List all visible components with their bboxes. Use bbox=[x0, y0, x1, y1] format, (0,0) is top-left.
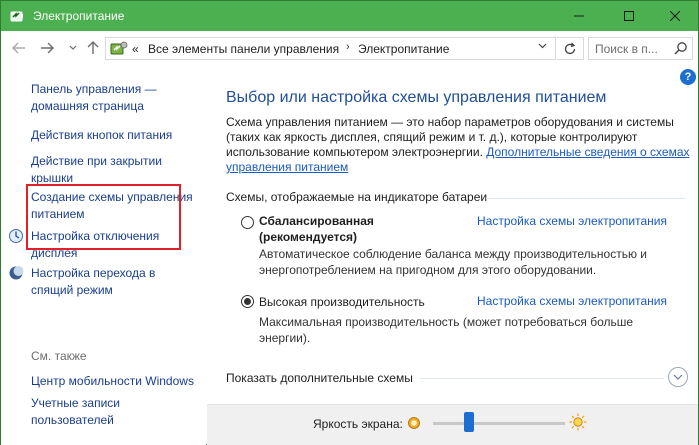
address-dropdown-button[interactable] bbox=[538, 41, 547, 51]
left-navigation-pane: Панель управления — домашняя страница Де… bbox=[1, 65, 206, 445]
title-bar[interactable]: Электропитание bbox=[1, 1, 698, 31]
chevron-down-icon bbox=[673, 374, 683, 380]
navigation-bar: « Все элементы панели управления › Элект… bbox=[1, 31, 698, 65]
refresh-icon bbox=[564, 42, 576, 54]
search-input[interactable] bbox=[589, 38, 671, 59]
maximize-icon bbox=[624, 11, 634, 21]
plan-description-balanced: Автоматическое соблюдение баланса между … bbox=[259, 247, 648, 277]
breadcrumb-power-options[interactable]: Электропитание bbox=[358, 42, 449, 56]
forward-button[interactable] bbox=[37, 37, 57, 59]
control-panel-window: Электропитание « Все элементы панели упр… bbox=[0, 0, 699, 445]
arrow-up-icon bbox=[87, 41, 99, 54]
link-high-performance-plan-settings[interactable]: Настройка схемы электропитания bbox=[477, 294, 667, 308]
link-control-panel-home[interactable]: Панель управления — домашняя страница bbox=[31, 81, 157, 115]
link-balanced-plan-settings[interactable]: Настройка схемы электропитания bbox=[477, 214, 667, 228]
arrow-left-icon bbox=[12, 42, 25, 54]
link-sleep-settings[interactable]: Настройка перехода в спящий режим bbox=[31, 265, 155, 299]
link-lid-close-action[interactable]: Действие при закрытии крышки bbox=[31, 153, 162, 187]
plan-description-high-performance: Максимальная производительность (может п… bbox=[259, 315, 634, 345]
search-box[interactable] bbox=[588, 37, 693, 60]
link-power-button-actions[interactable]: Действия кнопок питания bbox=[31, 127, 172, 144]
link-user-accounts[interactable]: Учетные записи пользователей bbox=[31, 395, 120, 429]
chevron-down-icon bbox=[69, 45, 77, 50]
page-title: Выбор или настройка схемы управления пит… bbox=[226, 89, 607, 106]
intro-paragraph: Схема управления питанием — это набор па… bbox=[226, 115, 694, 175]
chevron-down-icon bbox=[538, 43, 547, 49]
help-button[interactable]: ? bbox=[680, 69, 696, 85]
expand-more-plans-button[interactable] bbox=[668, 367, 688, 387]
arrow-right-icon bbox=[41, 42, 54, 54]
power-options-app-icon bbox=[10, 11, 23, 22]
brightness-label: Яркость экрана: bbox=[313, 417, 403, 431]
recent-locations-button[interactable] bbox=[63, 37, 83, 59]
breadcrumb-separator-icon[interactable]: › bbox=[346, 41, 350, 53]
brightness-high-icon bbox=[569, 413, 587, 431]
more-plans-divider bbox=[420, 378, 664, 379]
display-off-icon bbox=[9, 229, 23, 243]
brightness-slider-track[interactable] bbox=[433, 422, 565, 425]
help-icon: ? bbox=[684, 71, 692, 83]
battery-plans-group-header: Схемы, отображаемые на индикаторе батаре… bbox=[226, 190, 488, 204]
window-title: Электропитание bbox=[33, 9, 125, 23]
close-button[interactable] bbox=[652, 1, 698, 31]
search-icon[interactable] bbox=[674, 41, 688, 55]
minimize-icon bbox=[574, 15, 584, 17]
main-content: ? Выбор или настройка схемы управления п… bbox=[206, 65, 698, 445]
group-divider bbox=[486, 198, 686, 199]
address-bar[interactable]: « Все элементы панели управления › Элект… bbox=[105, 37, 556, 60]
address-overflow[interactable]: « bbox=[132, 42, 139, 56]
maximize-button[interactable] bbox=[606, 1, 652, 31]
link-windows-mobility-center[interactable]: Центр мобильности Windows bbox=[31, 373, 194, 390]
show-more-plans-label[interactable]: Показать дополнительные схемы bbox=[226, 371, 413, 385]
close-icon bbox=[670, 11, 680, 21]
moon-icon bbox=[9, 266, 24, 280]
radio-balanced-plan[interactable] bbox=[241, 216, 254, 229]
brightness-bar: Яркость экрана: bbox=[207, 404, 698, 445]
see-also-heading: См. также bbox=[31, 349, 87, 363]
plan-name-balanced[interactable]: Сбалансированная (рекомендуется) bbox=[259, 213, 374, 245]
radio-high-performance-plan[interactable] bbox=[241, 295, 254, 308]
brightness-slider-thumb[interactable] bbox=[464, 412, 474, 432]
back-button[interactable] bbox=[9, 37, 29, 59]
up-button[interactable] bbox=[83, 37, 103, 59]
refresh-button[interactable] bbox=[557, 37, 584, 60]
breadcrumb-all-control-panel-items[interactable]: Все элементы панели управления bbox=[148, 42, 339, 56]
brightness-low-icon bbox=[408, 417, 420, 429]
power-options-icon bbox=[110, 41, 128, 55]
highlight-annotation-box bbox=[26, 184, 181, 250]
plan-name-high-performance[interactable]: Высокая производительность bbox=[259, 294, 425, 310]
minimize-button[interactable] bbox=[556, 1, 602, 31]
